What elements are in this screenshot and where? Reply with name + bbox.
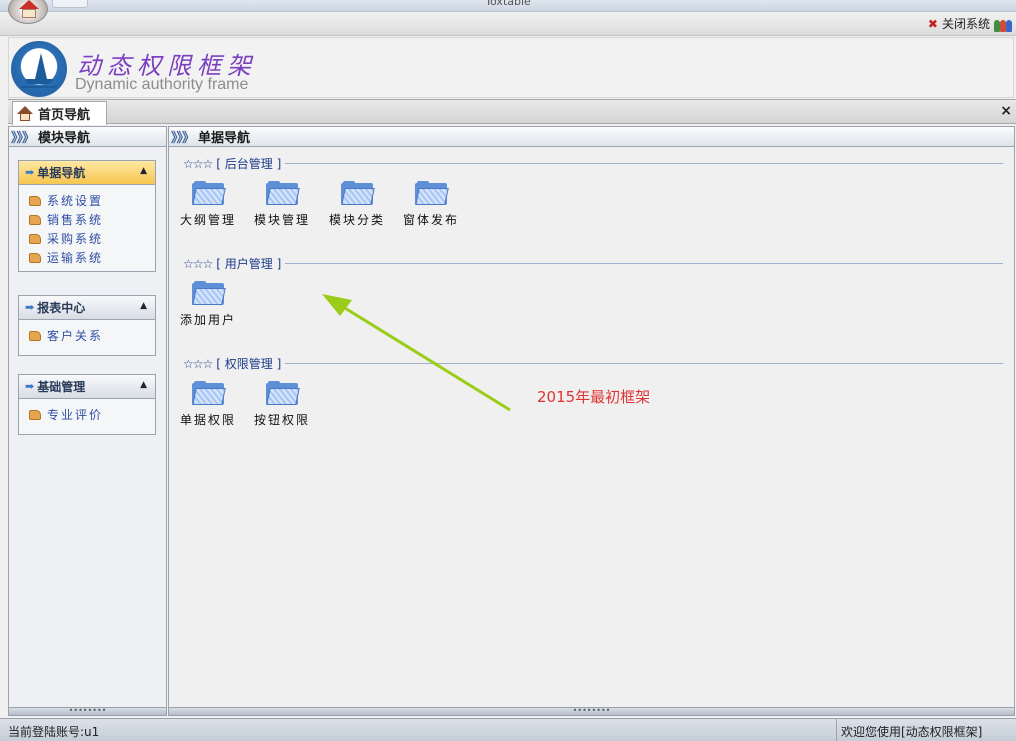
annotation-arrow-icon [322, 294, 511, 412]
status-bar: 当前登陆账号:u1 欢迎您使用[动态权限框架] [0, 718, 1016, 741]
welcome-message: 欢迎您使用[动态权限框架] [836, 719, 1016, 741]
annotation-text: 2015年最初框架 [537, 388, 651, 406]
current-login-account: 当前登陆账号:u1 [8, 725, 100, 739]
